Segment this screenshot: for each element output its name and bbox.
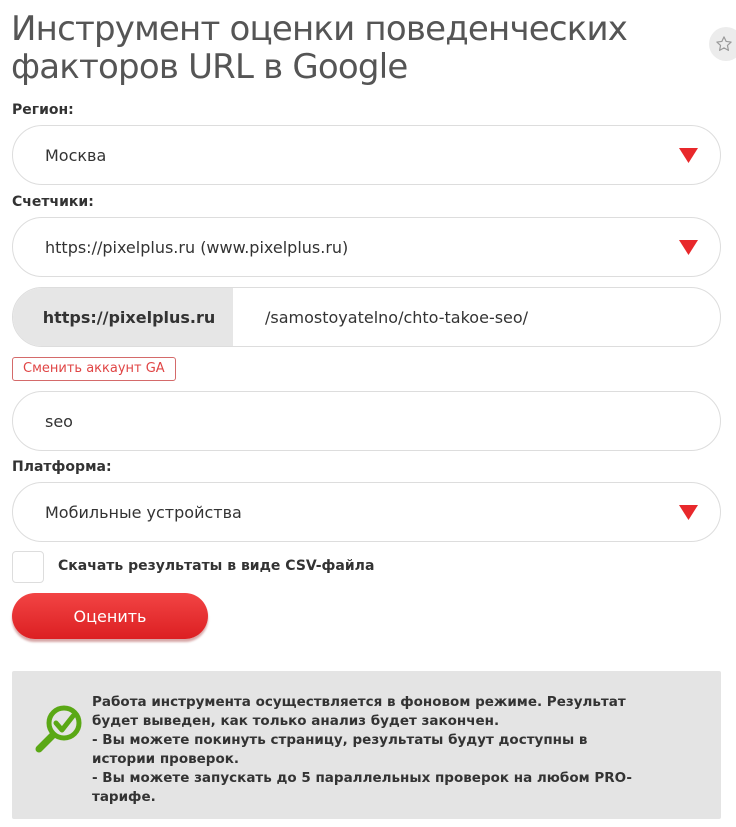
platform-select-value: Мобильные устройства <box>45 502 242 522</box>
info-text: Работа инструмента осуществляется в фоно… <box>92 693 632 807</box>
platform-label: Платформа: <box>12 459 112 475</box>
url-path-input[interactable]: /samostoyatelno/chto-takoe-seo/ <box>233 288 720 346</box>
csv-checkbox[interactable] <box>12 551 44 583</box>
change-ga-account-button[interactable]: Сменить аккаунт GA <box>12 357 176 381</box>
url-input-group: https://pixelplus.ru /samostoyatelno/cht… <box>12 287 721 347</box>
triangle-down-icon <box>679 505 698 520</box>
triangle-down-icon <box>679 240 698 255</box>
url-domain-prefix: https://pixelplus.ru <box>13 288 233 346</box>
evaluate-button[interactable]: Оценить <box>12 593 208 639</box>
info-box: Работа инструмента осуществляется в фоно… <box>12 671 721 819</box>
counters-select[interactable]: https://pixelplus.ru (www.pixelplus.ru) <box>12 217 721 277</box>
platform-select[interactable]: Мобильные устройства <box>12 482 721 542</box>
keyword-input-value: seo <box>45 411 73 431</box>
info-line: - Вы можете запускать до 5 параллельных … <box>92 770 632 805</box>
star-icon <box>716 36 732 51</box>
info-line: Работа инструмента осуществляется в фоно… <box>92 694 626 729</box>
region-select-value: Москва <box>45 145 107 165</box>
counters-label: Счетчики: <box>12 194 94 210</box>
counters-select-value: https://pixelplus.ru (www.pixelplus.ru) <box>45 237 349 257</box>
keyword-input[interactable]: seo <box>12 391 721 451</box>
region-select[interactable]: Москва <box>12 125 721 185</box>
region-label: Регион: <box>12 102 74 118</box>
page-title: Инструмент оценки поведенческих факторов… <box>11 9 628 87</box>
magnifier-check-icon <box>35 705 82 753</box>
triangle-down-icon <box>679 148 698 163</box>
info-line: - Вы можете покинуть страницу, результат… <box>92 732 588 767</box>
csv-checkbox-label[interactable]: Скачать результаты в виде CSV-файла <box>58 558 374 574</box>
favorite-button[interactable] <box>709 27 736 61</box>
